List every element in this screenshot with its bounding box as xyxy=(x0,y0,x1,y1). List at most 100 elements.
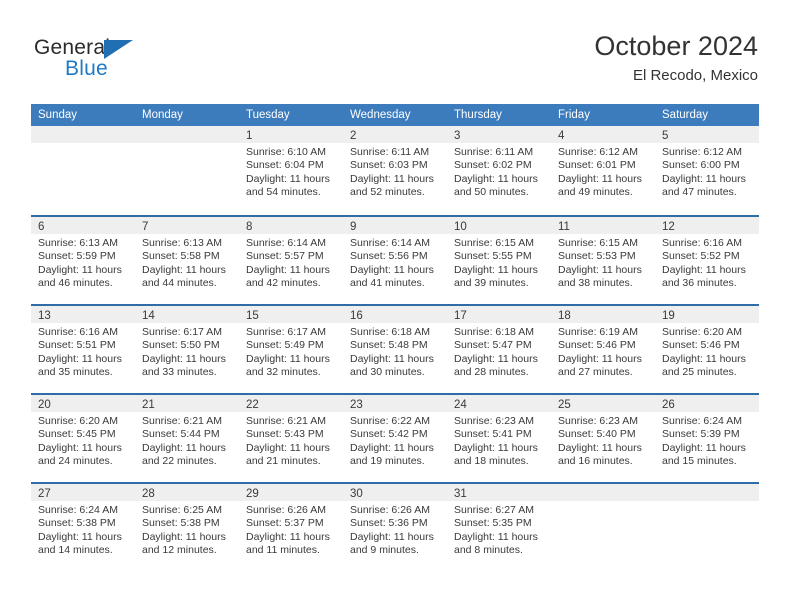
day-cell[interactable]: 15 Sunrise: 6:17 AM Sunset: 5:49 PM Dayl… xyxy=(239,306,343,393)
daylight-text-line2: and 49 minutes. xyxy=(558,186,633,199)
day-cell[interactable]: 28 Sunrise: 6:25 AM Sunset: 5:38 PM Dayl… xyxy=(135,484,239,571)
sunrise-text: Sunrise: 6:13 AM xyxy=(38,237,118,249)
day-cell[interactable]: 23 Sunrise: 6:22 AM Sunset: 5:42 PM Dayl… xyxy=(343,395,447,482)
day-cell[interactable]: 7 Sunrise: 6:13 AM Sunset: 5:58 PM Dayli… xyxy=(135,217,239,304)
day-cell[interactable]: 24 Sunrise: 6:23 AM Sunset: 5:41 PM Dayl… xyxy=(447,395,551,482)
day-info: Sunrise: 6:10 AM Sunset: 6:04 PM Dayligh… xyxy=(239,143,343,200)
day-cell[interactable] xyxy=(655,484,759,571)
day-number: 18 xyxy=(558,310,571,322)
sunrise-text: Sunrise: 6:21 AM xyxy=(246,415,326,427)
day-number: 6 xyxy=(38,221,45,233)
sunrise-text: Sunrise: 6:24 AM xyxy=(38,504,118,516)
day-cell[interactable]: 11 Sunrise: 6:15 AM Sunset: 5:53 PM Dayl… xyxy=(551,217,655,304)
daylight-text-line1: Daylight: 11 hours xyxy=(558,352,642,365)
day-cell[interactable]: 20 Sunrise: 6:20 AM Sunset: 5:45 PM Dayl… xyxy=(31,395,135,482)
daylight-text-line1: Daylight: 11 hours xyxy=(662,172,746,185)
sunrise-text: Sunrise: 6:27 AM xyxy=(454,504,534,516)
sunrise-text: Sunrise: 6:17 AM xyxy=(246,326,326,338)
daylight-text-line2: and 47 minutes. xyxy=(662,186,737,199)
week-row: 27 Sunrise: 6:24 AM Sunset: 5:38 PM Dayl… xyxy=(31,482,759,571)
daylight-text-line1: Daylight: 11 hours xyxy=(38,441,122,454)
weekday-header-sunday: Sunday xyxy=(38,109,78,121)
sunset-text: Sunset: 5:44 PM xyxy=(142,428,220,441)
day-cell[interactable]: 22 Sunrise: 6:21 AM Sunset: 5:43 PM Dayl… xyxy=(239,395,343,482)
day-number-band: 26 xyxy=(655,395,759,412)
day-number-band: 6 xyxy=(31,217,135,234)
day-cell[interactable]: 30 Sunrise: 6:26 AM Sunset: 5:36 PM Dayl… xyxy=(343,484,447,571)
sunrise-text: Sunrise: 6:12 AM xyxy=(558,146,638,158)
day-cell[interactable]: 8 Sunrise: 6:14 AM Sunset: 5:57 PM Dayli… xyxy=(239,217,343,304)
daylight-text-line1: Daylight: 11 hours xyxy=(38,530,122,543)
day-cell[interactable] xyxy=(31,126,135,215)
day-cell[interactable]: 21 Sunrise: 6:21 AM Sunset: 5:44 PM Dayl… xyxy=(135,395,239,482)
week-row: 13 Sunrise: 6:16 AM Sunset: 5:51 PM Dayl… xyxy=(31,304,759,393)
day-info: Sunrise: 6:20 AM Sunset: 5:46 PM Dayligh… xyxy=(655,323,759,380)
sunrise-text: Sunrise: 6:26 AM xyxy=(350,504,430,516)
day-cell[interactable] xyxy=(551,484,655,571)
sunrise-text: Sunrise: 6:16 AM xyxy=(38,326,118,338)
daylight-text-line2: and 39 minutes. xyxy=(454,277,529,290)
daylight-text-line1: Daylight: 11 hours xyxy=(662,263,746,276)
day-cell[interactable]: 3 Sunrise: 6:11 AM Sunset: 6:02 PM Dayli… xyxy=(447,126,551,215)
day-cell[interactable]: 27 Sunrise: 6:24 AM Sunset: 5:38 PM Dayl… xyxy=(31,484,135,571)
day-number: 8 xyxy=(246,221,253,233)
daylight-text-line2: and 21 minutes. xyxy=(246,455,321,468)
day-cell[interactable]: 10 Sunrise: 6:15 AM Sunset: 5:55 PM Dayl… xyxy=(447,217,551,304)
day-info: Sunrise: 6:16 AM Sunset: 5:52 PM Dayligh… xyxy=(655,234,759,291)
weekday-header-monday: Monday xyxy=(142,109,183,121)
day-cell[interactable]: 17 Sunrise: 6:18 AM Sunset: 5:47 PM Dayl… xyxy=(447,306,551,393)
day-number-band: 13 xyxy=(31,306,135,323)
day-cell[interactable]: 19 Sunrise: 6:20 AM Sunset: 5:46 PM Dayl… xyxy=(655,306,759,393)
day-info: Sunrise: 6:23 AM Sunset: 5:41 PM Dayligh… xyxy=(447,412,551,469)
sunset-text: Sunset: 5:42 PM xyxy=(350,428,428,441)
day-number: 16 xyxy=(350,310,363,322)
day-cell[interactable]: 31 Sunrise: 6:27 AM Sunset: 5:35 PM Dayl… xyxy=(447,484,551,571)
day-info: Sunrise: 6:15 AM Sunset: 5:53 PM Dayligh… xyxy=(551,234,655,291)
day-cell[interactable]: 12 Sunrise: 6:16 AM Sunset: 5:52 PM Dayl… xyxy=(655,217,759,304)
sunset-text: Sunset: 5:47 PM xyxy=(454,339,532,352)
day-cell[interactable]: 1 Sunrise: 6:10 AM Sunset: 6:04 PM Dayli… xyxy=(239,126,343,215)
day-info: Sunrise: 6:26 AM Sunset: 5:37 PM Dayligh… xyxy=(239,501,343,558)
sunset-text: Sunset: 5:45 PM xyxy=(38,428,116,441)
general-blue-logo[interactable]: General Blue xyxy=(34,36,234,88)
day-number-band: 18 xyxy=(551,306,655,323)
day-number: 17 xyxy=(454,310,467,322)
day-cell[interactable]: 9 Sunrise: 6:14 AM Sunset: 5:56 PM Dayli… xyxy=(343,217,447,304)
day-cell[interactable]: 5 Sunrise: 6:12 AM Sunset: 6:00 PM Dayli… xyxy=(655,126,759,215)
day-cell[interactable]: 2 Sunrise: 6:11 AM Sunset: 6:03 PM Dayli… xyxy=(343,126,447,215)
sunset-text: Sunset: 6:04 PM xyxy=(246,159,324,172)
daylight-text-line1: Daylight: 11 hours xyxy=(142,352,226,365)
daylight-text-line2: and 8 minutes. xyxy=(454,544,523,557)
sunset-text: Sunset: 5:46 PM xyxy=(662,339,740,352)
sunset-text: Sunset: 5:36 PM xyxy=(350,517,428,530)
day-info: Sunrise: 6:12 AM Sunset: 6:01 PM Dayligh… xyxy=(551,143,655,200)
day-cell[interactable]: 14 Sunrise: 6:17 AM Sunset: 5:50 PM Dayl… xyxy=(135,306,239,393)
day-cell[interactable]: 26 Sunrise: 6:24 AM Sunset: 5:39 PM Dayl… xyxy=(655,395,759,482)
day-info: Sunrise: 6:18 AM Sunset: 5:47 PM Dayligh… xyxy=(447,323,551,380)
daylight-text-line2: and 38 minutes. xyxy=(558,277,633,290)
day-number-band xyxy=(551,484,655,501)
daylight-text-line2: and 16 minutes. xyxy=(558,455,633,468)
sunset-text: Sunset: 5:57 PM xyxy=(246,250,324,263)
day-number: 10 xyxy=(454,221,467,233)
day-cell[interactable]: 6 Sunrise: 6:13 AM Sunset: 5:59 PM Dayli… xyxy=(31,217,135,304)
day-cell[interactable] xyxy=(135,126,239,215)
day-cell[interactable]: 29 Sunrise: 6:26 AM Sunset: 5:37 PM Dayl… xyxy=(239,484,343,571)
day-number: 29 xyxy=(246,488,259,500)
day-cell[interactable]: 13 Sunrise: 6:16 AM Sunset: 5:51 PM Dayl… xyxy=(31,306,135,393)
sunrise-text: Sunrise: 6:15 AM xyxy=(558,237,638,249)
day-number-band: 14 xyxy=(135,306,239,323)
day-cell[interactable]: 4 Sunrise: 6:12 AM Sunset: 6:01 PM Dayli… xyxy=(551,126,655,215)
sunrise-text: Sunrise: 6:24 AM xyxy=(662,415,742,427)
sunrise-text: Sunrise: 6:17 AM xyxy=(142,326,222,338)
day-info: Sunrise: 6:27 AM Sunset: 5:35 PM Dayligh… xyxy=(447,501,551,558)
daylight-text-line2: and 36 minutes. xyxy=(662,277,737,290)
day-cell[interactable]: 16 Sunrise: 6:18 AM Sunset: 5:48 PM Dayl… xyxy=(343,306,447,393)
day-number-band: 20 xyxy=(31,395,135,412)
week-row: 1 Sunrise: 6:10 AM Sunset: 6:04 PM Dayli… xyxy=(31,126,759,215)
sunrise-text: Sunrise: 6:23 AM xyxy=(454,415,534,427)
day-cell[interactable]: 25 Sunrise: 6:23 AM Sunset: 5:40 PM Dayl… xyxy=(551,395,655,482)
sunrise-text: Sunrise: 6:11 AM xyxy=(454,146,534,158)
day-cell[interactable]: 18 Sunrise: 6:19 AM Sunset: 5:46 PM Dayl… xyxy=(551,306,655,393)
daylight-text-line1: Daylight: 11 hours xyxy=(454,441,538,454)
